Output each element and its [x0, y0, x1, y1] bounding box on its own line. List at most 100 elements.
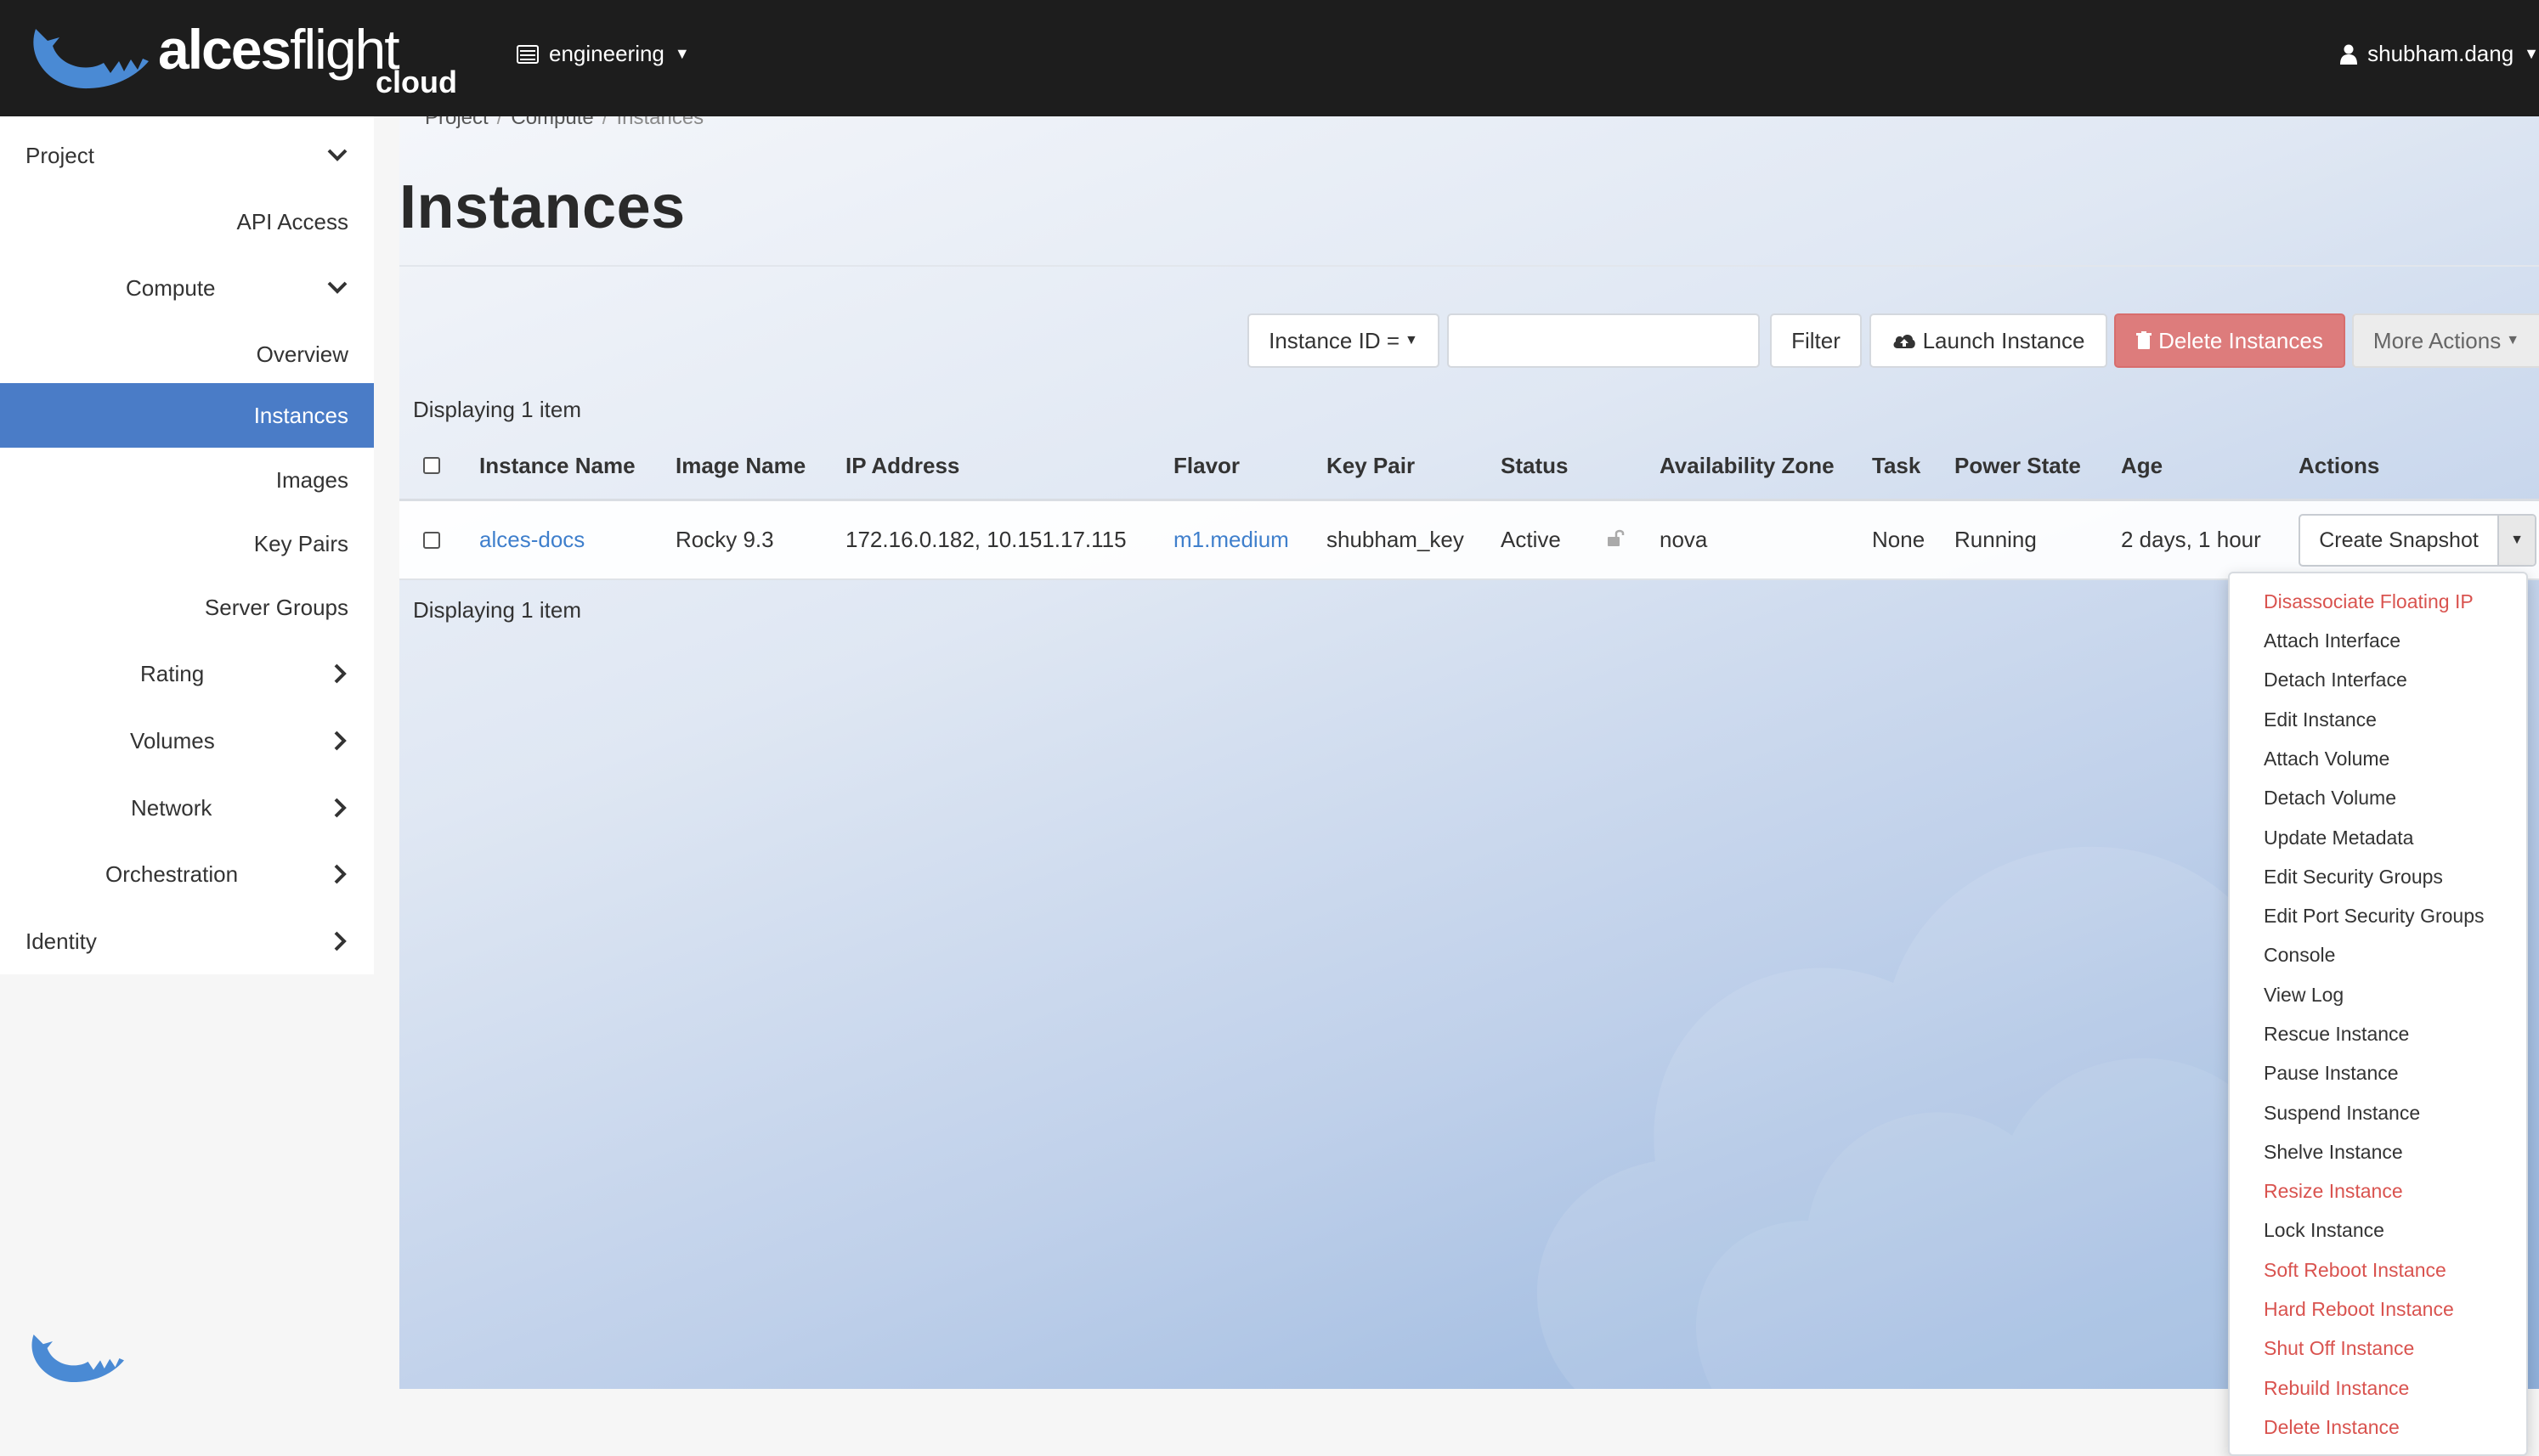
- flavor-link[interactable]: m1.medium: [1173, 527, 1289, 553]
- menu-item-suspend-instance[interactable]: Suspend Instance: [2264, 1102, 2420, 1125]
- instance-name-link[interactable]: alces-docs: [479, 527, 585, 553]
- filter-input[interactable]: [1447, 313, 1760, 368]
- sidebar-item-instances[interactable]: Instances: [0, 383, 374, 448]
- project-name: engineering: [549, 41, 664, 66]
- user-icon: [2340, 44, 2358, 65]
- task: None: [1872, 527, 1925, 552]
- filter-field-select[interactable]: Instance ID = ▼: [1247, 313, 1439, 368]
- sidebar-item-network[interactable]: Network: [0, 776, 374, 840]
- chevron-right-icon: [334, 731, 347, 751]
- menu-item-edit-security-groups[interactable]: Edit Security Groups: [2264, 866, 2443, 889]
- menu-item-update-metadata[interactable]: Update Metadata: [2264, 827, 2413, 849]
- menu-item-rebuild-instance[interactable]: Rebuild Instance: [2264, 1377, 2409, 1400]
- column-header: Actions: [2299, 453, 2380, 478]
- column-header[interactable]: Flavor: [1173, 453, 1240, 479]
- column-header[interactable]: Age: [2121, 453, 2163, 479]
- chevron-right-icon: [334, 798, 347, 818]
- column-header[interactable]: Instance Name: [479, 453, 636, 479]
- more-actions-button[interactable]: More Actions ▼: [2352, 313, 2539, 368]
- menu-item-attach-interface[interactable]: Attach Interface: [2264, 629, 2400, 652]
- sidebar-item-identity[interactable]: Identity: [0, 909, 374, 973]
- caret-down-icon: ▼: [2510, 533, 2524, 547]
- column-header[interactable]: Key Pair: [1326, 453, 1415, 479]
- paw-logo-icon: [31, 1335, 124, 1383]
- menu-item-detach-volume[interactable]: Detach Volume: [2264, 787, 2396, 810]
- page-title: Instances: [399, 173, 686, 241]
- menu-item-hard-reboot-instance[interactable]: Hard Reboot Instance: [2264, 1298, 2454, 1321]
- actions-dropdown-toggle[interactable]: ▼: [2497, 516, 2535, 565]
- menu-item-detach-interface[interactable]: Detach Interface: [2264, 669, 2407, 691]
- column-header[interactable]: Image Name: [676, 453, 806, 479]
- caret-down-icon: ▼: [2506, 333, 2520, 347]
- unlock-icon: [1608, 529, 1625, 546]
- sidebar-item-label: Volumes: [130, 727, 215, 753]
- menu-item-shut-off-instance[interactable]: Shut Off Instance: [2264, 1337, 2414, 1360]
- power-state: Running: [1954, 527, 2037, 552]
- cloud-upload-icon: [1893, 335, 1915, 348]
- sidebar-item-orchestration[interactable]: Orchestration: [0, 842, 374, 906]
- caret-down-icon: ▼: [1405, 333, 1418, 347]
- brand-logo[interactable]: alcesflight cloud: [25, 12, 467, 105]
- menu-item-rescue-instance[interactable]: Rescue Instance: [2264, 1023, 2409, 1046]
- breadcrumb-current: Instances: [616, 116, 704, 129]
- column-header[interactable]: Availability Zone: [1660, 453, 1835, 479]
- menu-item-resize-instance[interactable]: Resize Instance: [2264, 1180, 2403, 1203]
- create-snapshot-button[interactable]: Create Snapshot: [2300, 516, 2497, 565]
- filter-button-label: Filter: [1791, 327, 1841, 353]
- table-row: alces-docs Rocky 9.3 172.16.0.182, 10.15…: [399, 501, 2539, 580]
- delete-instances-button[interactable]: Delete Instances: [2114, 313, 2345, 368]
- sidebar-item-key-pairs[interactable]: Key Pairs: [0, 511, 374, 576]
- menu-item-delete-instance[interactable]: Delete Instance: [2264, 1416, 2400, 1439]
- column-header[interactable]: IP Address: [845, 453, 959, 479]
- sidebar-item-label: Rating: [140, 660, 205, 686]
- sidebar-item-label: Overview: [256, 341, 348, 367]
- launch-instance-button[interactable]: Launch Instance: [1869, 313, 2107, 368]
- breadcrumb: Project / Compute / Instances: [425, 116, 704, 130]
- brand-subtitle: cloud: [376, 65, 457, 99]
- menu-item-soft-reboot-instance[interactable]: Soft Reboot Instance: [2264, 1259, 2446, 1282]
- sidebar-item-label: Project: [25, 142, 94, 168]
- menu-item-attach-volume[interactable]: Attach Volume: [2264, 748, 2389, 770]
- breadcrumb-compute[interactable]: Compute: [511, 116, 593, 129]
- sidebar-item-project[interactable]: Project: [0, 123, 374, 188]
- sidebar-item-server-groups[interactable]: Server Groups: [0, 575, 374, 640]
- sidebar-nav: Project API Access Compute Overview Inst…: [0, 116, 374, 974]
- top-navbar: alcesflight cloud engineering ▼ shubham.…: [0, 0, 2539, 116]
- menu-item-shelve-instance[interactable]: Shelve Instance: [2264, 1141, 2403, 1164]
- menu-item-edit-instance[interactable]: Edit Instance: [2264, 708, 2377, 731]
- column-header[interactable]: Task: [1872, 453, 1920, 479]
- menu-item-disassociate-floating-ip[interactable]: Disassociate Floating IP: [2264, 590, 2474, 613]
- chevron-right-icon: [334, 931, 347, 951]
- sidebar-item-rating[interactable]: Rating: [0, 641, 374, 706]
- instance-actions-menu: Disassociate Floating IP Attach Interfac…: [2228, 572, 2528, 1456]
- user-menu[interactable]: shubham.dang ▼: [2340, 41, 2539, 67]
- filter-button[interactable]: Filter: [1770, 313, 1862, 368]
- sidebar-item-label: Key Pairs: [253, 530, 348, 556]
- trash-icon: [2136, 331, 2152, 349]
- sidebar-item-api-access[interactable]: API Access: [0, 189, 374, 254]
- menu-item-lock-instance[interactable]: Lock Instance: [2264, 1219, 2384, 1242]
- sidebar-item-volumes[interactable]: Volumes: [0, 708, 374, 773]
- column-header[interactable]: Power State: [1954, 453, 2081, 479]
- sidebar-item-label: Identity: [25, 928, 97, 954]
- breadcrumb-project[interactable]: Project: [425, 116, 489, 129]
- main-content: Project / Compute / Instances Instances Inst…: [399, 116, 2539, 1389]
- sidebar-item-images[interactable]: Images: [0, 448, 374, 512]
- row-checkbox[interactable]: [423, 532, 440, 549]
- sidebar-item-compute[interactable]: Compute: [0, 256, 374, 320]
- menu-item-view-log[interactable]: View Log: [2264, 984, 2344, 1007]
- project-selector[interactable]: engineering ▼: [517, 41, 690, 67]
- sidebar-item-overview[interactable]: Overview: [0, 322, 374, 387]
- menu-item-console[interactable]: Console: [2264, 944, 2335, 967]
- sidebar-item-label: API Access: [236, 208, 349, 234]
- column-header[interactable]: Status: [1501, 453, 1568, 479]
- more-actions-label: More Actions: [2372, 327, 2502, 353]
- paw-logo-icon: [33, 29, 149, 89]
- select-all-checkbox[interactable]: [423, 457, 440, 474]
- menu-item-edit-port-security-groups[interactable]: Edit Port Security Groups: [2264, 905, 2485, 928]
- menu-item-pause-instance[interactable]: Pause Instance: [2264, 1062, 2399, 1085]
- chevron-down-icon: [327, 149, 348, 161]
- sidebar-item-label: Network: [131, 794, 212, 821]
- row-actions-split-button: Create Snapshot ▼: [2299, 514, 2536, 567]
- caret-down-icon: ▼: [2524, 45, 2539, 62]
